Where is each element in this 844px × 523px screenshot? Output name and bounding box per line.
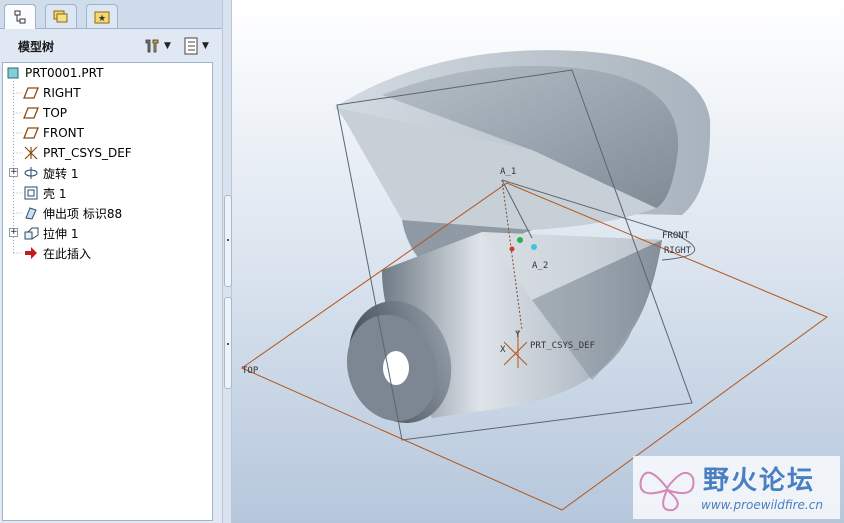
- expand-toggle-icon[interactable]: +: [9, 228, 18, 237]
- tree-item-label: PRT0001.PRT: [25, 66, 104, 80]
- csys-x-label: X: [500, 345, 506, 355]
- tree-item-label: RIGHT: [43, 86, 81, 100]
- model-tree-tab[interactable]: [4, 4, 36, 29]
- datum-plane-icon: [23, 85, 39, 101]
- sash-dot: [227, 239, 229, 241]
- tree-item-revolve[interactable]: 旋转 1: [23, 163, 78, 183]
- shell-icon: [23, 185, 39, 201]
- panel-title: 模型树: [18, 40, 55, 54]
- navigator-tab-strip: ★: [0, 0, 222, 29]
- panel-sash[interactable]: [222, 0, 232, 523]
- tree-show-button[interactable]: ▼: [183, 36, 209, 56]
- tree-item-top[interactable]: TOP: [23, 103, 67, 123]
- sash-dot: [227, 343, 229, 345]
- expand-toggle-icon[interactable]: +: [9, 168, 18, 177]
- axis-label-a2[interactable]: A_2: [532, 261, 548, 271]
- butterfly-logo-icon: [639, 471, 695, 512]
- graphics-viewport[interactable]: A_1 A_2 FRONT RIGHT TOP PRT_CSYS_DEF X Y: [232, 0, 844, 523]
- watermark-url: www.proewildfire.cn: [701, 498, 823, 512]
- model-tree: PRT0001.PRT RIGHT TOP FRONT PRT_CSYS_DEF…: [2, 62, 213, 521]
- extrude-icon: [23, 225, 39, 241]
- tree-item-shell[interactable]: 壳 1: [23, 183, 66, 203]
- panel-header: 模型树 ▼ ▼: [0, 30, 222, 60]
- plane-label-front[interactable]: FRONT: [662, 231, 690, 241]
- sash-grip-upper[interactable]: [224, 195, 232, 287]
- protrusion-icon: [23, 205, 39, 221]
- star-folder-icon: ★: [94, 11, 110, 24]
- tree-item-label: 在此插入: [43, 246, 92, 261]
- csys-y-label: Y: [515, 330, 521, 340]
- axis-label-a1[interactable]: A_1: [500, 167, 516, 177]
- chevron-down-icon: ▼: [202, 41, 209, 51]
- tools-icon: [145, 39, 159, 53]
- tree-item-label: PRT_CSYS_DEF: [43, 146, 132, 160]
- tree-item-right[interactable]: RIGHT: [23, 83, 81, 103]
- csys-icon: [23, 145, 39, 161]
- plane-label-right[interactable]: RIGHT: [664, 246, 692, 256]
- forum-watermark: 野火论坛 www.proewildfire.cn: [633, 456, 840, 519]
- folders-icon: [53, 10, 68, 22]
- datum-plane-icon: [23, 125, 39, 141]
- insert-arrow-icon: [23, 245, 39, 261]
- tree-item-label: 旋转 1: [43, 166, 79, 181]
- tree-icon: [14, 10, 26, 24]
- tree-scrollbar[interactable]: [215, 62, 221, 521]
- svg-text:★: ★: [98, 14, 106, 24]
- tree-item-label: 拉伸 1: [43, 226, 79, 241]
- folder-browser-tab[interactable]: [45, 4, 77, 28]
- tree-item-part[interactable]: PRT0001.PRT: [5, 63, 103, 83]
- list-icon: [184, 37, 198, 55]
- tree-settings-button[interactable]: ▼: [143, 36, 171, 56]
- tree-item-label: FRONT: [43, 126, 84, 140]
- tree-item-label: 伸出项 标识88: [43, 206, 123, 221]
- part-icon: [5, 65, 21, 81]
- datum-plane-icon: [23, 105, 39, 121]
- revolve-icon: [23, 165, 39, 181]
- watermark-title: 野火论坛: [703, 466, 816, 496]
- model-canvas[interactable]: A_1 A_2 FRONT RIGHT TOP PRT_CSYS_DEF X Y: [232, 0, 844, 523]
- tree-item-protrusion[interactable]: 伸出项 标识88: [23, 203, 122, 223]
- tree-item-extrude[interactable]: 拉伸 1: [23, 223, 78, 243]
- favorites-tab[interactable]: ★: [86, 4, 118, 28]
- tree-item-insert-here[interactable]: 在此插入: [23, 243, 91, 263]
- plane-label-top[interactable]: TOP: [242, 366, 259, 376]
- tree-item-front[interactable]: FRONT: [23, 123, 84, 143]
- tree-item-csys[interactable]: PRT_CSYS_DEF: [23, 143, 132, 163]
- csys-label[interactable]: PRT_CSYS_DEF: [530, 341, 595, 351]
- tree-item-label: 壳 1: [43, 186, 67, 201]
- tree-item-label: TOP: [43, 106, 68, 120]
- chevron-down-icon: ▼: [164, 41, 171, 51]
- model-tree-panel: ★ 模型树 ▼ ▼ PRT0001.PRT RIGHT TOP FRONT PR…: [0, 0, 222, 523]
